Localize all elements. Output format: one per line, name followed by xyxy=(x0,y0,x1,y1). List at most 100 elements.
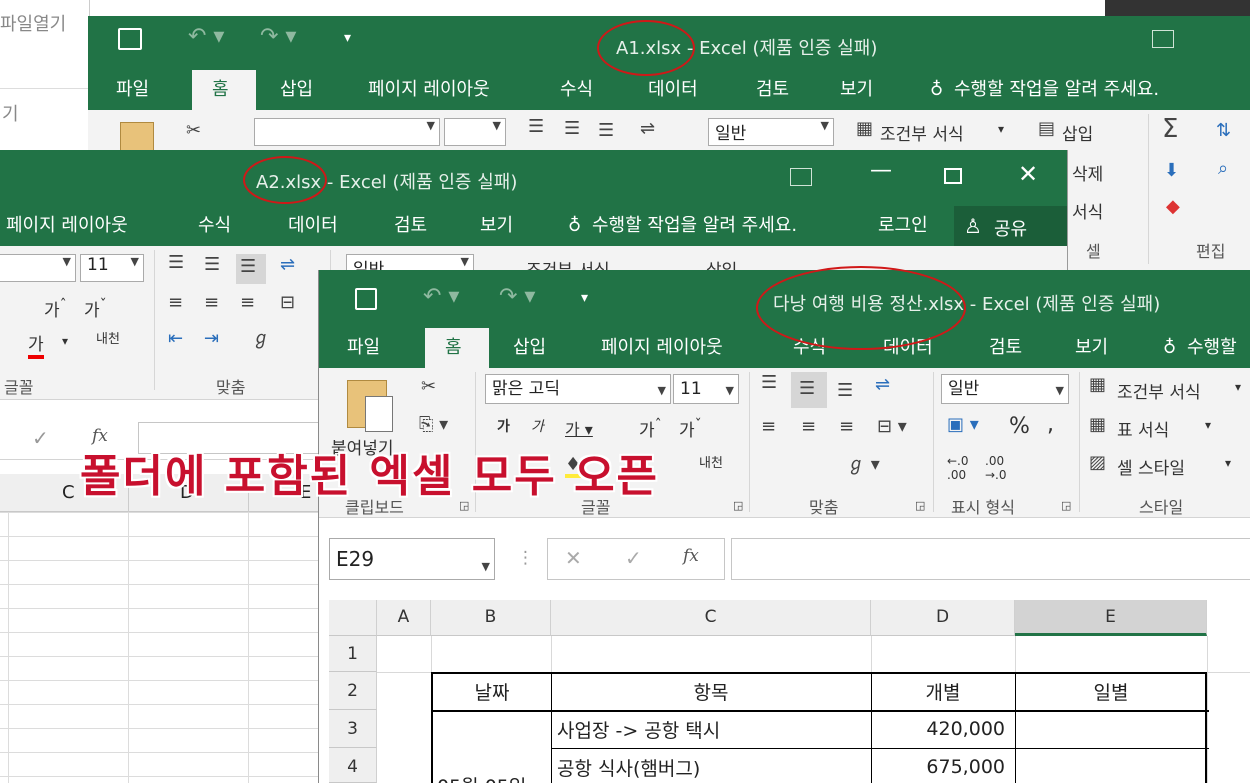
header-daily[interactable]: 일별 xyxy=(1015,678,1207,705)
tab-file[interactable]: 파일 xyxy=(116,70,149,110)
font-name-box[interactable]: ▼ xyxy=(0,254,76,282)
tab-view[interactable]: 보기 xyxy=(480,206,513,246)
merge-icon[interactable]: ⊟ ▾ xyxy=(877,418,907,436)
header-date[interactable]: 날짜 xyxy=(433,678,551,705)
login-link[interactable]: 로그인 xyxy=(878,206,928,246)
indent-icon[interactable]: ⇥ xyxy=(204,330,219,348)
align-center-icon[interactable]: ≡ xyxy=(801,418,816,436)
decrease-decimal-icon[interactable]: .00 →.0 xyxy=(985,454,1007,482)
menu-fragment[interactable]: 기 xyxy=(2,100,19,126)
find-icon[interactable]: ⌕ xyxy=(1218,160,1228,178)
tab-home[interactable]: 홈 xyxy=(425,328,489,368)
dialog-launcher-icon[interactable]: ◲ xyxy=(733,500,743,511)
wrap-text-icon[interactable]: ⇌ xyxy=(875,376,890,394)
percent-icon[interactable]: % xyxy=(1009,414,1030,439)
row-4-amount[interactable]: 675,000 xyxy=(871,756,1005,778)
font-color-icon[interactable]: 가 xyxy=(28,330,44,359)
name-box[interactable]: E29 ▼ xyxy=(329,538,495,580)
align-left-icon[interactable]: ≡ xyxy=(168,294,183,312)
format-button[interactable]: 서식 xyxy=(1072,198,1103,223)
column-header-c[interactable]: C xyxy=(551,600,871,636)
row-header-1[interactable]: 1 xyxy=(329,636,377,672)
column-header-e[interactable]: E xyxy=(1015,600,1207,636)
align-middle-icon[interactable]: ☰ xyxy=(564,120,580,138)
column-header-a[interactable]: A xyxy=(377,600,431,636)
confirm-icon[interactable]: ✓ xyxy=(625,546,642,570)
save-icon[interactable] xyxy=(118,28,142,50)
column-header-b[interactable]: B xyxy=(431,600,551,636)
tab-page-layout[interactable]: 페이지 레이아웃 xyxy=(368,70,490,110)
tab-data[interactable]: 데이터 xyxy=(288,206,338,246)
cut-icon[interactable]: ✂ xyxy=(186,122,201,140)
row-4-item[interactable]: 공항 식사(햄버그) xyxy=(557,754,700,781)
redo-icon[interactable]: ↷ ▾ xyxy=(260,24,296,49)
wrap-text-icon[interactable]: ⇌ xyxy=(280,256,295,274)
header-item[interactable]: 항목 xyxy=(551,678,871,705)
tell-me-box[interactable]: 수행할 작업을 알려 주세요. xyxy=(592,206,797,246)
font-size-box[interactable]: ▼ xyxy=(444,118,506,146)
row-3-amount[interactable]: 420,000 xyxy=(871,718,1005,740)
cell-style-icon[interactable]: ▨ xyxy=(1089,454,1106,472)
delete-button[interactable]: 삭제 xyxy=(1072,160,1103,185)
table-format-icon[interactable]: ▦ xyxy=(1089,416,1106,434)
align-center-icon[interactable]: ≡ xyxy=(204,294,219,312)
phonetic-icon[interactable]: 내천 xyxy=(699,452,723,471)
insert-cells-icon[interactable]: ▤ xyxy=(1038,120,1055,138)
align-bottom-icon[interactable]: ☰ xyxy=(837,382,853,400)
italic-icon[interactable]: 가 xyxy=(531,416,544,436)
tab-view[interactable]: 보기 xyxy=(840,70,873,110)
clear-icon[interactable]: ◆ xyxy=(1166,198,1180,216)
comma-icon[interactable]: , xyxy=(1047,412,1054,437)
minimize-icon[interactable]: — xyxy=(870,158,892,183)
paste-icon[interactable] xyxy=(120,122,154,152)
number-format-box[interactable]: 일반▼ xyxy=(708,118,834,146)
tab-review[interactable]: 검토 xyxy=(989,328,1022,368)
formula-input[interactable] xyxy=(731,538,1250,580)
tab-view[interactable]: 보기 xyxy=(1075,328,1108,368)
align-right-icon[interactable]: ≡ xyxy=(839,418,854,436)
column-header-c[interactable]: C xyxy=(62,482,75,503)
font-size-box[interactable]: 11 ▼ xyxy=(80,254,144,282)
header-amount[interactable]: 개별 xyxy=(871,678,1015,705)
grow-font-icon[interactable]: 가ˆ xyxy=(639,416,662,441)
redo-icon[interactable]: ↷ ▾ xyxy=(499,284,535,309)
align-top-icon[interactable]: ☰ xyxy=(168,254,184,272)
maximize-icon[interactable] xyxy=(944,168,962,184)
outdent-icon[interactable]: ⇤ xyxy=(168,330,183,348)
conditional-format-icon[interactable]: ▦ xyxy=(856,120,873,138)
row-header-3[interactable]: 3 xyxy=(329,710,377,748)
conditional-format-button[interactable]: 조건부 서식 xyxy=(880,120,964,145)
font-name-box[interactable]: ▼ xyxy=(254,118,440,146)
copy-icon[interactable]: ⎘ ▾ xyxy=(419,416,448,434)
shrink-font-icon[interactable]: 가ˇ xyxy=(679,416,702,441)
align-middle-icon[interactable]: ☰ xyxy=(791,372,827,408)
align-bottom-icon[interactable]: ☰ xyxy=(236,254,266,284)
increase-decimal-icon[interactable]: ←.0.00 xyxy=(947,454,969,482)
tell-me-box[interactable]: 수행할 작업을 알려 주세요. xyxy=(954,70,1159,110)
tab-file[interactable]: 파일 xyxy=(347,328,380,368)
confirm-icon[interactable]: ✓ xyxy=(32,426,49,450)
align-top-icon[interactable]: ☰ xyxy=(761,374,777,392)
dialog-launcher-icon[interactable]: ◲ xyxy=(915,500,925,511)
wrap-text-icon[interactable]: ⇌ xyxy=(640,120,655,138)
share-button[interactable]: ♙ 공유 xyxy=(954,206,1067,246)
row-3-item[interactable]: 사업장 -> 공항 택시 xyxy=(557,716,720,743)
bold-icon[interactable]: 가 xyxy=(497,416,510,436)
align-top-icon[interactable]: ☰ xyxy=(528,118,544,136)
cell-style-button[interactable]: 셀 스타일 xyxy=(1117,454,1185,479)
number-format-box[interactable]: 일반▼ xyxy=(941,374,1069,404)
autosum-icon[interactable]: Σ xyxy=(1162,116,1178,142)
tell-me-box[interactable]: 수행할 xyxy=(1187,328,1237,368)
grow-font-icon[interactable]: 가ˆ xyxy=(44,296,67,321)
ribbon-display-icon[interactable] xyxy=(790,168,812,186)
shrink-font-icon[interactable]: 가ˇ xyxy=(84,296,107,321)
tab-data[interactable]: 데이터 xyxy=(648,70,698,110)
tab-formulas[interactable]: 수식 xyxy=(198,206,231,246)
tab-review[interactable]: 검토 xyxy=(394,206,427,246)
tab-page-layout[interactable]: 페이지 레이아웃 xyxy=(6,206,128,246)
conditional-format-icon[interactable]: ▦ xyxy=(1089,376,1106,394)
tab-review[interactable]: 검토 xyxy=(756,70,789,110)
tab-page-layout[interactable]: 페이지 레이아웃 xyxy=(601,328,723,368)
font-name-box[interactable]: 맑은 고딕 ▼ xyxy=(485,374,671,404)
underline-icon[interactable]: 가 ▾ xyxy=(565,416,593,440)
